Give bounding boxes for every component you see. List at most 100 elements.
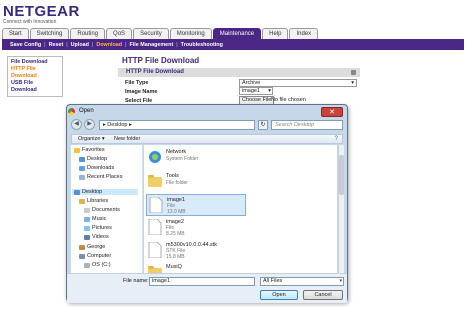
tab-maintenance[interactable]: Maintenance [212, 28, 262, 39]
subnav-upload[interactable]: Upload [71, 42, 89, 48]
tab-security[interactable]: Security [133, 28, 169, 39]
file-item-tools[interactable]: Tools File folder [146, 171, 246, 193]
new-folder-button[interactable]: New folder [114, 136, 140, 142]
desktop-icon [74, 189, 80, 195]
nav-item-label: Downloads [87, 165, 115, 171]
left-menu-http-file-download[interactable]: HTTP File Download [11, 66, 59, 80]
open-button[interactable]: Open [260, 290, 298, 300]
subnav-troubleshooting[interactable]: Troubleshooting [181, 42, 223, 48]
nav-item-pictures[interactable]: Pictures [84, 225, 112, 231]
folder-icon [148, 266, 162, 273]
file-item-stk[interactable]: m5300v10.0.0.44.stk STK File 15.8 MB [146, 240, 246, 262]
dialog-title: Open [79, 108, 94, 114]
nav-item-computer[interactable]: Computer [79, 253, 111, 259]
file-icon [148, 219, 162, 235]
file-type-filter-value: All Files [263, 278, 283, 284]
help-icon[interactable] [351, 70, 356, 75]
chevron-down-icon: ▾ [339, 278, 342, 284]
nav-item-downloads[interactable]: Downloads [79, 165, 114, 171]
refresh-button[interactable]: ↻ [258, 120, 268, 130]
left-menu-usb-file-download[interactable]: USB File Download [11, 80, 59, 94]
subnav-reset[interactable]: Reset [49, 42, 64, 48]
file-item-musiq[interactable]: MusiQ [146, 262, 246, 273]
file-name-input[interactable]: image1 [149, 277, 255, 286]
file-name-label: File name: [123, 278, 149, 284]
nav-item-documents[interactable]: Documents [84, 207, 120, 213]
tab-routing[interactable]: Routing [70, 28, 106, 39]
left-menu: File Download HTTP File Download USB Fil… [7, 56, 63, 97]
file-item-image2[interactable]: image2 File 8.25 MB [146, 217, 246, 239]
pictures-icon [84, 225, 90, 231]
computer-icon [79, 253, 85, 259]
music-icon [84, 216, 90, 222]
nav-item-favorites[interactable]: Favorites [74, 147, 105, 153]
tab-qos[interactable]: QoS [106, 28, 133, 39]
organize-button[interactable]: Organize ▾ [78, 136, 105, 142]
tab-monitoring[interactable]: Monitoring [169, 28, 212, 39]
help-icon[interactable]: ? [335, 136, 338, 142]
nav-item-label: Favorites [82, 147, 105, 153]
file-type: System Folder [166, 156, 199, 162]
nav-item-label: Pictures [92, 225, 112, 231]
forward-button[interactable]: ▶ [84, 119, 95, 130]
nav-item-label: Libraries [87, 198, 109, 204]
address-bar: ◀ ▶ ▸ Desktop ▸ ↻ Search Desktop [71, 119, 343, 131]
subnav-file-management[interactable]: File Management [130, 42, 174, 48]
file-type-select[interactable]: Archive ▾ [239, 79, 357, 87]
nav-item-label: Desktop [82, 189, 103, 195]
navigation-pane: Favorites Desktop Downloads Recent Place… [71, 145, 143, 273]
nav-item-george[interactable]: George [79, 244, 105, 250]
tab-index[interactable]: Index [289, 28, 319, 39]
nav-item-os-c[interactable]: OS (C:) [84, 262, 111, 268]
drive-icon [84, 262, 90, 268]
subnav-download[interactable]: Download [96, 42, 122, 48]
subnav-separator: | [66, 41, 68, 48]
nav-item-label: OS (C:) [92, 262, 111, 268]
no-file-chosen-text: No file chosen [271, 97, 306, 103]
dialog-footer: File name: image1 All Files ▾ Open Cance… [67, 273, 347, 303]
main-tabs: Start Switching Routing QoS Security Mon… [2, 28, 319, 39]
file-list-scrollbar[interactable] [338, 145, 344, 273]
cancel-button[interactable]: Cancel [303, 290, 343, 300]
netgear-logo: NETGEAR Connect with Innovation [3, 3, 80, 25]
file-item-image1[interactable]: image1 File 13.0 MB [146, 194, 246, 216]
nav-item-label: Videos [92, 234, 109, 240]
downloads-icon [79, 165, 85, 171]
scroll-thumb[interactable] [339, 155, 344, 195]
tab-start[interactable]: Start [2, 28, 29, 39]
file-item-network[interactable]: Network System Folder [146, 147, 246, 169]
path-breadcrumb[interactable]: ▸ Desktop ▸ [99, 120, 255, 130]
open-file-dialog: Open ✕ ◀ ▶ ▸ Desktop ▸ ↻ Search Desktop … [66, 104, 348, 303]
nav-item-label: Desktop [87, 156, 108, 162]
sub-nav: Save Config | Reset | Upload | Download … [2, 39, 464, 50]
folder-icon [148, 175, 162, 187]
documents-icon [84, 207, 90, 213]
file-type-filter[interactable]: All Files ▾ [260, 277, 344, 286]
nav-item-desktop-fav[interactable]: Desktop [79, 156, 107, 162]
image-name-select[interactable]: image1 ▾ [239, 87, 273, 95]
nav-item-music[interactable]: Music [84, 216, 106, 222]
back-button[interactable]: ◀ [71, 119, 82, 130]
nav-item-videos[interactable]: Videos [84, 234, 109, 240]
search-input[interactable]: Search Desktop [271, 120, 343, 130]
close-button[interactable]: ✕ [321, 107, 343, 117]
nav-item-label: Computer [87, 253, 112, 259]
tab-switching[interactable]: Switching [29, 28, 70, 39]
subnav-separator: | [125, 41, 127, 48]
nav-item-recent-places[interactable]: Recent Places [79, 174, 122, 180]
nav-item-libraries[interactable]: Libraries [79, 198, 108, 204]
chrome-icon [68, 108, 75, 115]
image-name-value: image1 [242, 88, 261, 94]
file-icon [148, 242, 162, 258]
nav-item-desktop[interactable]: Desktop [72, 189, 138, 195]
tab-help[interactable]: Help [262, 28, 289, 39]
logo-text: NETGEAR [3, 3, 80, 20]
chevron-down-icon: ▾ [351, 80, 354, 86]
nav-item-label: George [87, 244, 106, 250]
file-size: 15.8 MB [166, 254, 185, 260]
subnav-save-config[interactable]: Save Config [10, 42, 41, 48]
user-icon [79, 244, 85, 250]
subnav-separator: | [44, 41, 46, 48]
desktop-icon [79, 156, 85, 162]
left-menu-file-download[interactable]: File Download [11, 59, 59, 66]
